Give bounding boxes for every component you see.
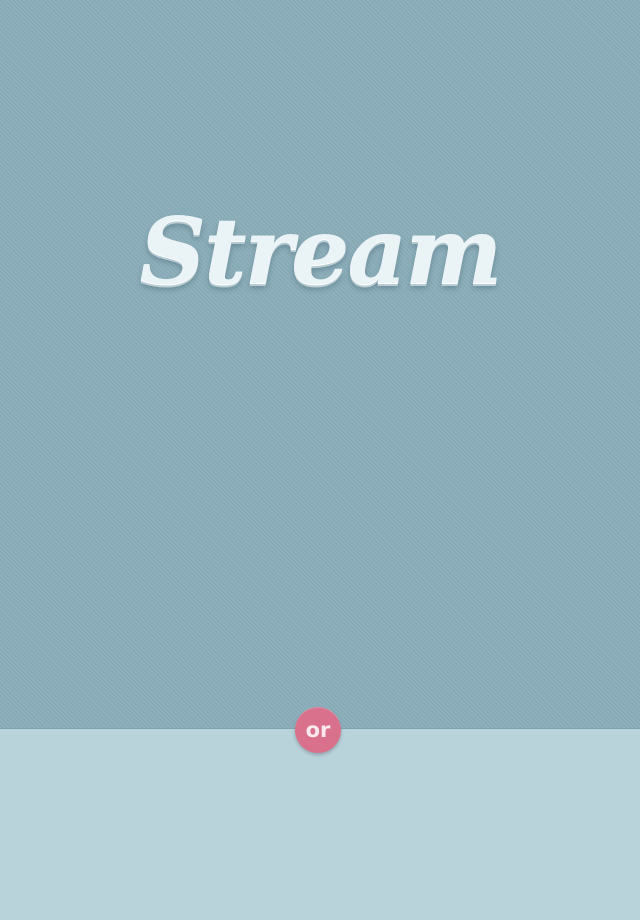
or-separator-badge: or bbox=[295, 707, 341, 753]
app-logo: Stream bbox=[139, 197, 503, 305]
top-panel: Stream bbox=[0, 0, 640, 728]
bottom-panel bbox=[0, 729, 640, 920]
